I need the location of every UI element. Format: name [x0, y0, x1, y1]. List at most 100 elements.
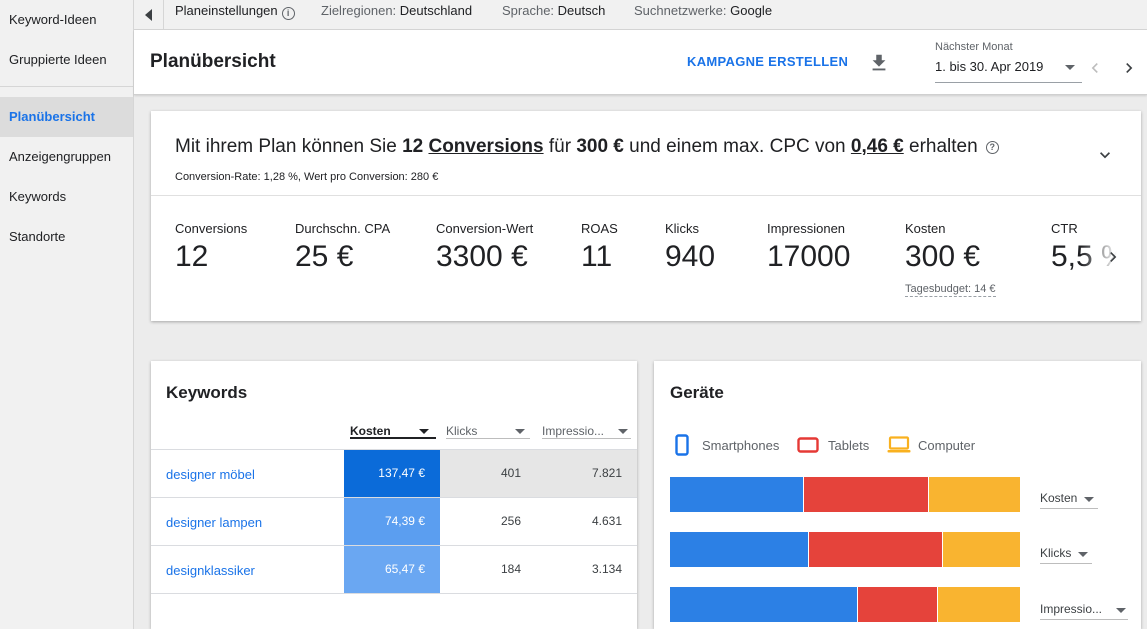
column-header-label: Klicks [446, 424, 478, 438]
sidebar-item-grouped-ideas[interactable]: Gruppierte Ideen [0, 40, 133, 80]
create-campaign-button[interactable]: KAMPAGNE ERSTELLEN [687, 54, 848, 69]
metric-label: Klicks [665, 221, 699, 236]
networks-value: Google [730, 3, 773, 18]
summary-headline: Mit ihrem Plan können Sie 12 Conversions… [175, 136, 999, 158]
previous-period-button[interactable] [1085, 58, 1105, 78]
sidebar: Keyword-Ideen Gruppierte Ideen Planübers… [0, 0, 134, 629]
bar-segment-tablets [804, 477, 928, 512]
plan-settings-label: Planeinstellungen [175, 3, 278, 18]
bar-segment-tablets [809, 532, 942, 567]
table-row: designklassiker 65,47 € 184 3.134 [151, 546, 637, 594]
metric-select-value: Kosten [1040, 491, 1078, 505]
metric-label: ROAS [581, 221, 618, 236]
metric-value: 17000 [767, 240, 851, 273]
legend-label: Smartphones [702, 438, 780, 453]
collapse-sidebar-button[interactable] [134, 0, 164, 30]
impressions-cell: 4.631 [536, 498, 637, 545]
keywords-card-title: Keywords [166, 383, 248, 402]
metric-value: 12 [175, 240, 209, 273]
metric-label: Kosten [905, 221, 946, 236]
metric-cost: Kosten 300 € [905, 221, 980, 274]
chevron-right-icon[interactable] [1103, 247, 1123, 267]
sidebar-item-ad-groups[interactable]: Anzeigengruppen [0, 137, 133, 177]
chevron-down-icon [1116, 608, 1126, 613]
sidebar-item-keywords[interactable]: Keywords [0, 177, 133, 217]
language-label: Sprache: [502, 3, 555, 18]
column-header-cost[interactable]: Kosten [350, 417, 436, 439]
bar-segment-smartphones [670, 587, 857, 622]
date-range-label: Nächster Monat [935, 41, 1013, 53]
metric-conversion-value: Conversion-Wert 3300 € [436, 221, 533, 274]
column-header-impressions[interactable]: Impressio... [542, 417, 631, 439]
regions-value: Deutschland [399, 3, 473, 18]
target-regions-setting[interactable]: Zielregionen: Deutschland [321, 0, 472, 30]
page-title: Planübersicht [150, 51, 276, 72]
metric-value: 25 € [295, 240, 354, 273]
date-range-value: 1. bis 30. Apr 2019 [935, 59, 1044, 74]
help-icon[interactable]: ? [985, 141, 999, 154]
headline-max-cpc-link[interactable]: 0,46 € [851, 136, 904, 157]
plan-settings-bar: Planeinstellungen i Zielregionen: Deutsch… [134, 0, 1147, 30]
date-range-select[interactable]: 1. bis 30. Apr 2019 [935, 57, 1082, 83]
smartphone-icon [675, 434, 689, 456]
metric-value: 11 [581, 240, 613, 273]
column-header-clicks[interactable]: Klicks [446, 417, 530, 439]
chevron-down-icon [1065, 65, 1075, 70]
metric-select-value: Klicks [1040, 546, 1072, 560]
devices-card: Geräte Smartphones Tablets Computer Kost… [654, 361, 1141, 629]
clicks-cell: 401 [440, 450, 536, 497]
headline-conversions-count: 12 [402, 136, 424, 157]
cost-cell: 137,47 € [344, 450, 440, 497]
metric-value: 300 € [905, 240, 981, 273]
metric-label: Impressionen [767, 221, 846, 236]
bar-metric-select-clicks[interactable]: Klicks [1040, 542, 1092, 564]
devices-card-title: Geräte [670, 383, 724, 402]
table-row: designer lampen 74,39 € 256 4.631 [151, 498, 637, 546]
search-networks-setting[interactable]: Suchnetzwerke: Google [634, 0, 772, 30]
keyword-link[interactable]: designklassiker [166, 563, 255, 578]
metric-conversions: Conversions 12 [175, 221, 247, 274]
sidebar-item-keyword-ideas[interactable]: Keyword-Ideen [0, 0, 133, 40]
keywords-card: Keywords Kosten Klicks Impressio... desi… [151, 361, 637, 629]
conversion-rate-note: Conversion-Rate: 1,28 %, Wert pro Conver… [175, 171, 439, 183]
language-setting[interactable]: Sprache: Deutsch [502, 0, 605, 30]
keyword-link[interactable]: designer möbel [166, 467, 255, 482]
tablet-icon [797, 437, 819, 453]
download-icon[interactable] [868, 52, 890, 74]
chevron-down-icon [1078, 552, 1088, 557]
bar-metric-select-cost[interactable]: Kosten [1040, 487, 1098, 509]
sidebar-item-locations[interactable]: Standorte [0, 217, 133, 257]
bar-segment-smartphones [670, 477, 803, 512]
metrics-strip: Conversions 12 Durchschn. CPA 25 € Conve… [151, 196, 1141, 321]
cost-cell: 74,39 € [344, 498, 440, 545]
computer-icon [887, 436, 911, 453]
sort-down-icon [419, 429, 429, 434]
bar-segment-computer [943, 532, 1020, 567]
table-row: designer möbel 137,47 € 401 7.821 [151, 450, 637, 498]
bar-segment-computer [938, 587, 1020, 622]
sidebar-item-plan-overview[interactable]: Planübersicht [0, 97, 133, 137]
device-bar-impressions [670, 587, 1020, 622]
expand-chevron-down-icon[interactable] [1095, 145, 1115, 165]
headline-text: Mit ihrem Plan können Sie [175, 136, 403, 157]
networks-label: Suchnetzwerke: [634, 3, 727, 18]
column-header-label: Kosten [350, 424, 391, 438]
headline-text: und einem max. CPC von [623, 136, 851, 157]
info-icon[interactable]: i [281, 7, 295, 20]
device-bar-cost [670, 477, 1020, 512]
metric-roas: ROAS 11 [581, 221, 618, 274]
plan-settings-link[interactable]: Planeinstellungen i [175, 0, 295, 30]
daily-budget-note: Tagesbudget: 14 € [905, 283, 996, 297]
metric-value: 3300 € [436, 240, 528, 273]
bar-metric-select-impressions[interactable]: Impressio... [1040, 598, 1128, 620]
next-period-button[interactable] [1119, 58, 1139, 78]
headline-text: für [543, 136, 577, 157]
headline-conversions-link[interactable]: Conversions [428, 136, 543, 157]
device-bar-clicks [670, 532, 1020, 567]
keyword-link[interactable]: designer lampen [166, 515, 262, 530]
legend-label: Tablets [828, 438, 870, 453]
metric-avg-cpa: Durchschn. CPA 25 € [295, 221, 390, 274]
metric-label: Conversion-Wert [436, 221, 534, 236]
clicks-cell: 184 [440, 546, 536, 593]
plan-summary-card: Mit ihrem Plan können Sie 12 Conversions… [151, 111, 1141, 321]
